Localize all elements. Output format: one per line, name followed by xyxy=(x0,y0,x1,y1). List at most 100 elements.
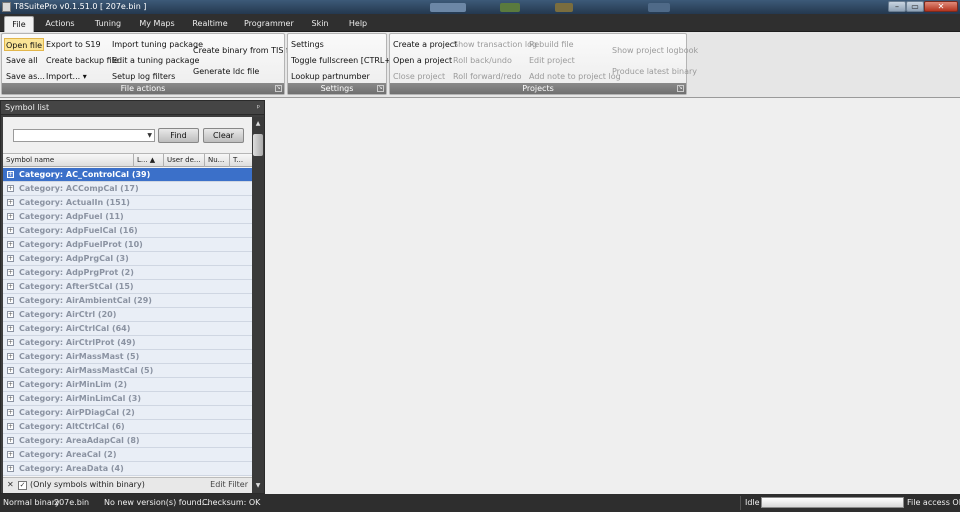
tab-programmer[interactable]: Programmer xyxy=(244,16,294,32)
expand-icon[interactable]: + xyxy=(7,325,14,332)
expand-icon[interactable]: + xyxy=(7,311,14,318)
import-tuning-package-button[interactable]: Import tuning package xyxy=(111,38,204,51)
expand-icon[interactable]: + xyxy=(7,241,14,248)
rebuild-file-button[interactable]: Rebuild file xyxy=(528,38,575,51)
col-type[interactable]: T... xyxy=(230,154,252,167)
edit-project-button[interactable]: Edit project xyxy=(528,54,576,67)
tab-my-maps[interactable]: My Maps xyxy=(138,16,176,32)
table-row[interactable]: + Category: AirMinLimCal (3) xyxy=(3,392,252,406)
create-binary-tis-button[interactable]: Create binary from TIS file xyxy=(192,44,299,57)
expand-icon[interactable]: + xyxy=(7,409,14,416)
edit-filter-button[interactable]: Edit Filter xyxy=(210,480,248,489)
col-user-description[interactable]: User de... xyxy=(164,154,205,167)
table-row[interactable]: + Category: AreaCal (2) xyxy=(3,448,252,462)
find-button[interactable]: Find xyxy=(158,128,199,143)
vertical-scrollbar[interactable]: ▲ ▼ xyxy=(252,117,264,493)
expand-icon[interactable]: + xyxy=(7,465,14,472)
import-dropdown-button[interactable]: Import... ▾ xyxy=(45,70,88,83)
table-row[interactable]: + Category: AreaAdapCal (8) xyxy=(3,434,252,448)
table-row[interactable]: + Category: AdpFuelCal (16) xyxy=(3,224,252,238)
save-all-button[interactable]: Save all xyxy=(5,54,39,67)
tab-tuning[interactable]: Tuning xyxy=(92,16,124,32)
table-row[interactable]: + Category: AdpFuel (11) xyxy=(3,210,252,224)
setup-log-filters-button[interactable]: Setup log filters xyxy=(111,70,176,83)
table-row[interactable]: + Category: AfterStCal (15) xyxy=(3,280,252,294)
expand-icon[interactable]: + xyxy=(7,353,14,360)
tab-help[interactable]: Help xyxy=(346,16,370,32)
table-row[interactable]: + Category: ActualIn (151) xyxy=(3,196,252,210)
maximize-button[interactable]: ▭ xyxy=(906,1,924,12)
table-row[interactable]: + Category: AltCtrlCal (6) xyxy=(3,420,252,434)
open-project-button[interactable]: Open a project xyxy=(392,54,453,67)
table-row[interactable]: + Category: AirCtrlCal (64) xyxy=(3,322,252,336)
col-length[interactable]: L... ▲ xyxy=(134,154,164,167)
chevron-down-icon[interactable]: ▼ xyxy=(147,132,152,139)
expand-icon[interactable]: + xyxy=(7,185,14,192)
expand-icon[interactable]: + xyxy=(7,451,14,458)
produce-latest-binary-button[interactable]: Produce latest binary xyxy=(611,65,698,78)
expand-icon[interactable]: + xyxy=(7,381,14,388)
table-row[interactable]: + Category: AirMassMast (5) xyxy=(3,350,252,364)
minimize-button[interactable]: – xyxy=(888,1,906,12)
expand-icon[interactable]: + xyxy=(7,367,14,374)
roll-forward-button[interactable]: Roll forward/redo xyxy=(452,70,522,83)
expand-icon[interactable]: + xyxy=(7,339,14,346)
table-row[interactable]: + Category: ACCompCal (17) xyxy=(3,182,252,196)
tab-actions[interactable]: Actions xyxy=(44,16,76,32)
col-symbol-name[interactable]: Symbol name xyxy=(3,154,134,167)
dialog-launcher-icon[interactable]: ↘ xyxy=(275,85,282,92)
dialog-launcher-icon[interactable]: ↘ xyxy=(377,85,384,92)
open-file-button[interactable]: Open file xyxy=(4,38,45,51)
settings-button[interactable]: Settings xyxy=(290,38,325,51)
search-combobox[interactable]: ▼ xyxy=(13,129,155,142)
expand-icon[interactable]: + xyxy=(7,395,14,402)
save-as-button[interactable]: Save as... xyxy=(5,70,46,83)
toggle-fullscreen-button[interactable]: Toggle fullscreen [CTRL+F] xyxy=(290,54,400,67)
table-row[interactable]: + Category: AirAmbientCal (29) xyxy=(3,294,252,308)
tab-skin[interactable]: Skin xyxy=(308,16,332,32)
col-number[interactable]: Nu... xyxy=(205,154,230,167)
table-row[interactable]: + Category: AirMinLim (2) xyxy=(3,378,252,392)
table-row[interactable]: + Category: AdpPrgCal (3) xyxy=(3,252,252,266)
show-project-logbook-button[interactable]: Show project logbook xyxy=(611,44,699,57)
lookup-partnumber-button[interactable]: Lookup partnumber xyxy=(290,70,371,83)
add-note-button[interactable]: Add note to project log xyxy=(528,70,622,83)
table-row[interactable]: + Category: AirPDiagCal (2) xyxy=(3,406,252,420)
dialog-launcher-icon[interactable]: ↘ xyxy=(677,85,684,92)
expand-icon[interactable]: + xyxy=(7,213,14,220)
table-row[interactable]: + Category: AirMassMastCal (5) xyxy=(3,364,252,378)
table-row[interactable]: + Category: AirCtrl (20) xyxy=(3,308,252,322)
export-s19-button[interactable]: Export to S19 xyxy=(45,38,102,51)
tab-file[interactable]: File xyxy=(4,16,34,32)
expand-icon[interactable]: + xyxy=(7,437,14,444)
roll-back-button[interactable]: Roll back/undo xyxy=(452,54,513,67)
show-transaction-log-button[interactable]: Show transaction log xyxy=(452,38,538,51)
expand-icon[interactable]: + xyxy=(7,297,14,304)
tab-realtime[interactable]: Realtime xyxy=(192,16,228,32)
expand-icon[interactable]: + xyxy=(7,283,14,290)
clear-filter-icon[interactable]: ✕ xyxy=(7,480,14,489)
expand-icon[interactable]: + xyxy=(7,171,14,178)
table-row[interactable]: + Category: AC_ControlCal (39) xyxy=(3,168,252,182)
scroll-down-icon[interactable]: ▼ xyxy=(253,481,263,491)
create-project-button[interactable]: Create a project xyxy=(392,38,458,51)
scroll-up-icon[interactable]: ▲ xyxy=(253,119,263,129)
expand-icon[interactable]: + xyxy=(7,269,14,276)
edit-tuning-package-button[interactable]: Edit a tuning package xyxy=(111,54,200,67)
table-row[interactable]: + Category: AreaData (4) xyxy=(3,462,252,476)
create-backup-button[interactable]: Create backup file xyxy=(45,54,120,67)
expand-icon[interactable]: + xyxy=(7,227,14,234)
generate-ldc-button[interactable]: Generate ldc file xyxy=(192,65,260,78)
close-button[interactable]: ✕ xyxy=(924,1,958,12)
table-row[interactable]: + Category: AdpFuelProt (10) xyxy=(3,238,252,252)
only-in-binary-checkbox[interactable]: ✓ xyxy=(18,481,27,490)
table-row[interactable]: + Category: AdpPrgProt (2) xyxy=(3,266,252,280)
expand-icon[interactable]: + xyxy=(7,199,14,206)
table-row[interactable]: + Category: AirCtrlProt (49) xyxy=(3,336,252,350)
scrollbar-thumb[interactable] xyxy=(253,134,263,156)
expand-icon[interactable]: + xyxy=(7,423,14,430)
expand-icon[interactable]: + xyxy=(7,255,14,262)
clear-button[interactable]: Clear xyxy=(203,128,244,143)
pin-icon[interactable]: ᵖ xyxy=(257,101,260,115)
close-project-button[interactable]: Close project xyxy=(392,70,446,83)
